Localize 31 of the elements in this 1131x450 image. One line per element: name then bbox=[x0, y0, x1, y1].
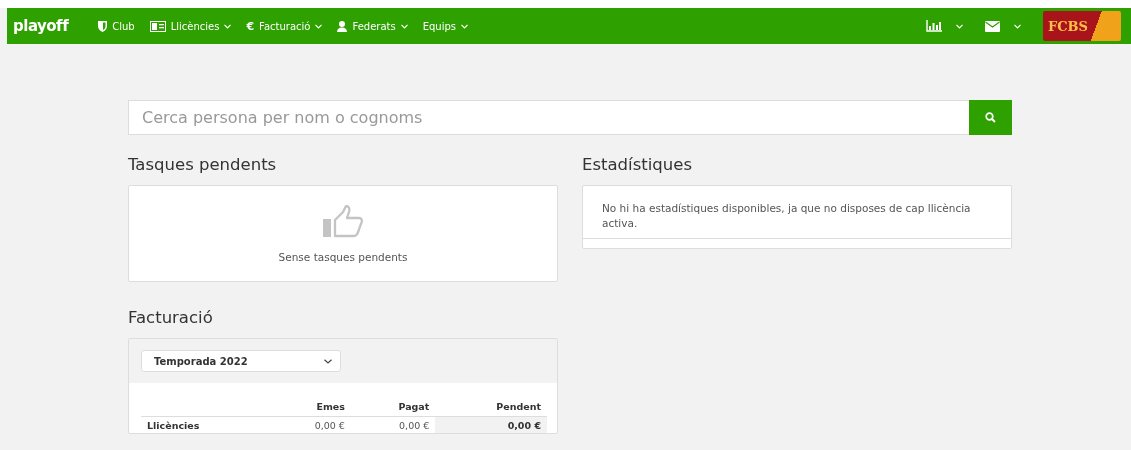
empty-tasks-text: Sense tasques pendents bbox=[278, 250, 408, 263]
shield-icon bbox=[98, 20, 108, 32]
column-header: Emes bbox=[267, 389, 351, 417]
row-label: Llicències bbox=[141, 416, 268, 433]
table-cell: 0,00 € bbox=[350, 416, 436, 433]
search-button[interactable] bbox=[969, 100, 1012, 135]
nav-stats-menu[interactable] bbox=[926, 20, 963, 32]
section-heading: Tasques pendents bbox=[128, 155, 278, 174]
nav-menu-item[interactable]: Club bbox=[98, 20, 135, 32]
id-card-icon bbox=[149, 20, 166, 32]
bar-chart-icon bbox=[926, 20, 942, 32]
user-icon bbox=[337, 20, 348, 32]
column-header: Pendent bbox=[435, 389, 547, 417]
section-heading: Facturació bbox=[128, 308, 214, 327]
search-field[interactable]: Cerca persona per nom o cognoms bbox=[128, 100, 969, 135]
table-cell: 0,00 € bbox=[267, 416, 351, 433]
nav-messages-menu[interactable] bbox=[985, 20, 1021, 32]
thumbs-up-icon bbox=[321, 204, 365, 239]
mail-icon bbox=[985, 20, 1000, 32]
nav-menu-item[interactable]: Llicències bbox=[149, 20, 232, 32]
section-heading: Estadístiques bbox=[582, 155, 693, 174]
club-logo[interactable]: FCBS bbox=[1043, 11, 1121, 41]
brand-logo[interactable]: playoff bbox=[13, 17, 69, 35]
caret-icon bbox=[324, 358, 332, 364]
nav-menu-item[interactable]: € Facturació bbox=[246, 19, 323, 33]
no-stats-message: No hi ha estadístiques disponibles, ja que no disposes de cap llicència activa. bbox=[583, 186, 1011, 240]
season-select[interactable]: Temporada 2022 bbox=[141, 350, 341, 372]
nav-menu-item[interactable]: Equips bbox=[422, 20, 468, 32]
search-icon bbox=[985, 112, 996, 123]
column-header: Pagat bbox=[350, 389, 436, 417]
nav-menu-item[interactable]: Federats bbox=[337, 20, 408, 32]
